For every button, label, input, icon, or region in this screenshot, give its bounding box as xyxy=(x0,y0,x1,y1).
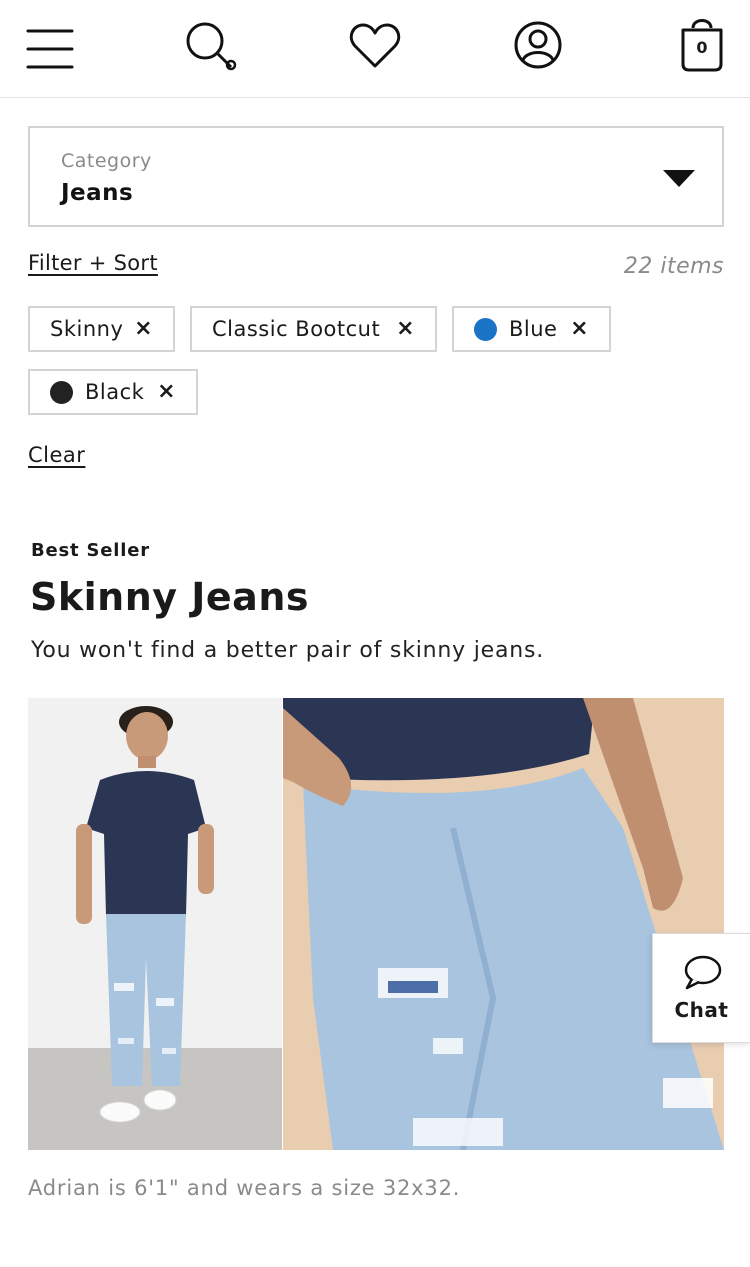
hamburger-icon[interactable] xyxy=(26,28,74,70)
filter-chip-classic-bootcut[interactable]: Classic Bootcut × xyxy=(190,306,437,352)
heart-icon[interactable] xyxy=(349,22,401,70)
bag-count-badge: 0 xyxy=(696,38,708,57)
model-size-caption: Adrian is 6'1" and wears a size 32x32. xyxy=(28,1176,461,1200)
item-count: 22 items xyxy=(623,254,724,279)
filter-chip-black[interactable]: Black × xyxy=(28,369,198,415)
chat-bubble-icon xyxy=(683,954,723,994)
close-icon[interactable]: × xyxy=(570,318,589,340)
category-dropdown[interactable]: Category Jeans xyxy=(28,126,724,227)
filter-sort-link[interactable]: Filter + Sort xyxy=(28,251,158,275)
color-swatch-black xyxy=(50,380,73,404)
promo-title: Skinny Jeans xyxy=(30,575,309,619)
clear-filters-link[interactable]: Clear xyxy=(28,443,85,467)
jeans-detail-image[interactable] xyxy=(283,698,724,1150)
chip-label: Classic Bootcut xyxy=(212,317,381,341)
user-circle-icon[interactable] xyxy=(513,20,563,70)
chat-button[interactable]: Chat xyxy=(652,933,750,1043)
top-navigation-bar: 0 xyxy=(0,0,750,98)
search-icon[interactable] xyxy=(184,20,238,72)
close-icon[interactable]: × xyxy=(157,381,176,403)
filter-chip-skinny[interactable]: Skinny × xyxy=(28,306,175,352)
category-label: Category xyxy=(61,150,152,172)
model-full-body-image[interactable] xyxy=(28,698,282,1150)
caret-down-icon xyxy=(663,170,695,187)
color-swatch-blue xyxy=(474,317,497,341)
chip-label: Black xyxy=(85,380,145,404)
close-icon[interactable]: × xyxy=(134,318,153,340)
best-seller-eyebrow: Best Seller xyxy=(31,540,150,561)
promo-subtitle: You won't find a better pair of skinny j… xyxy=(31,638,545,663)
filter-chip-blue[interactable]: Blue × xyxy=(452,306,611,352)
chip-label: Skinny xyxy=(50,317,124,341)
shopping-bag-icon[interactable]: 0 xyxy=(679,14,725,72)
category-value: Jeans xyxy=(61,180,134,206)
close-icon[interactable]: × xyxy=(396,318,415,340)
chat-label: Chat xyxy=(674,998,729,1022)
chip-label: Blue xyxy=(509,317,558,341)
